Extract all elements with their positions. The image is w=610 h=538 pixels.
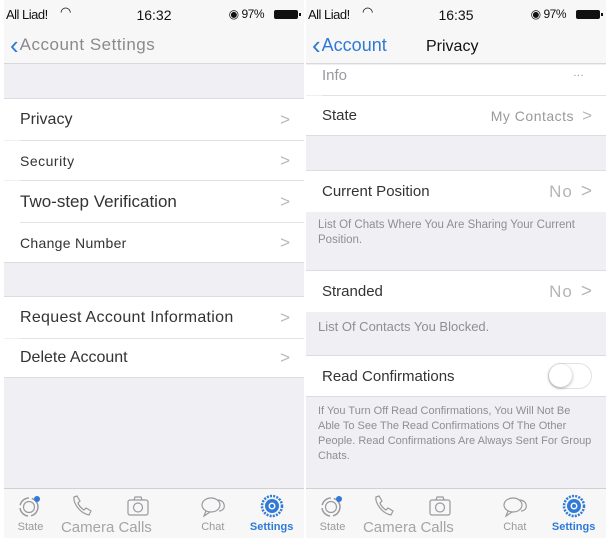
chat-icon [503,497,527,518]
back-button[interactable]: ‹ Account [312,32,387,58]
chevron-right-icon: > [580,180,592,202]
item-label: Privacy [20,110,73,128]
item-label: Two-step Verification [20,192,177,211]
settings-icon [562,494,585,518]
chat-icon [201,497,225,518]
chevron-right-icon: > [582,105,592,125]
tab-label: State [319,521,346,533]
chevron-left-icon: ‹ [312,30,321,60]
back-label: Account Settings [19,35,156,54]
item-label: Delete Account [20,349,128,366]
item-label: Security [20,152,75,169]
item-value: No [549,181,573,201]
item-label: Stranded [322,283,383,300]
settings-item-delete-account[interactable]: Delete Account > [4,339,304,378]
battery-percent: ◉ 97% [530,7,567,21]
chevron-right-icon: > [280,192,290,211]
item-label: Request Account Information [20,308,234,326]
tab-label: Settings [551,521,596,533]
back-button[interactable]: ‹ Account Settings [10,32,155,58]
tab-chat[interactable]: Chat [488,489,541,538]
battery-icon [274,10,301,19]
chevron-right-icon: > [580,280,592,302]
privacy-item-info[interactable]: Info ... [306,65,606,95]
privacy-item-state[interactable]: State My Contacts > [306,96,606,136]
tab-bar: State Camera Calls Chat Settings [306,488,606,538]
tab-label: Chat [503,521,527,533]
tab-label: Camera Calls [60,519,152,536]
back-label: Account [321,34,387,55]
tab-settings[interactable]: Settings [239,489,304,538]
read-confirmations-footer: If You Turn Off Read Confirmations, You … [318,405,592,462]
tab-label: Settings [249,521,294,533]
tab-settings[interactable]: Settings [541,489,606,538]
item-value: My Contacts [490,107,575,124]
item-value: ... [573,67,584,79]
privacy-item-stranded[interactable]: Stranded No > [306,270,606,312]
phone-icon [73,495,92,516]
tab-calls[interactable]: Camera Calls [359,489,488,538]
privacy-screen: All Liad! ◠ 16:35 ◉ 97% ‹ Account Privac… [306,0,606,538]
settings-item-security[interactable]: Security > [4,141,304,180]
status-icon [321,496,343,517]
privacy-item-read-confirmations: Read Confirmations [306,355,606,397]
tab-bar: State Camera Calls Chat Settings [4,488,304,538]
status-bar: All Liad! ◠ 16:35 ◉ 97% [306,0,606,28]
tab-chat[interactable]: Chat [186,489,239,538]
current-position-footer: List Of Chats Where You Are Sharing Your… [318,219,575,246]
status-bar: All Liad! ◠ 16:32 ◉ 97% [4,0,304,28]
item-label: Info [322,67,348,84]
chevron-right-icon: > [280,232,290,252]
settings-icon [260,494,283,518]
tab-label: State [17,521,44,533]
stranded-footer: List Of Contacts You Blocked. [318,319,490,334]
camera-icon [429,496,451,516]
tab-calls[interactable]: Camera Calls [57,489,186,538]
navigation-bar: ‹ Account Settings [4,28,304,64]
camera-icon [127,496,149,516]
tab-label: Chat [201,521,225,533]
chevron-left-icon: ‹ [10,30,19,60]
tab-label: Camera Calls [362,519,454,536]
settings-item-privacy[interactable]: Privacy > [4,98,304,140]
status-icon [19,496,41,517]
item-label: Read Confirmations [322,367,455,385]
settings-item-two-step-verification[interactable]: Two-step Verification > [4,181,304,223]
item-label: Current Position [322,183,430,200]
settings-item-request-account-info[interactable]: Request Account Information > [4,296,304,338]
read-confirmations-toggle[interactable] [548,363,592,389]
account-settings-screen: All Liad! ◠ 16:32 ◉ 97% ‹ Account Settin… [4,0,304,538]
item-label: State [322,107,358,124]
chevron-right-icon: > [280,109,290,129]
settings-item-change-number[interactable]: Change Number > [4,223,304,263]
item-value: No [549,281,573,301]
battery-percent: ◉ 97% [228,7,265,21]
tab-state[interactable]: State [4,489,57,538]
privacy-item-current-position[interactable]: Current Position No > [306,170,606,212]
tab-state[interactable]: State [306,489,359,538]
chevron-right-icon: > [280,150,290,170]
toggle-knob [549,364,572,387]
phone-icon [375,495,394,516]
navigation-bar: ‹ Account Privacy [306,28,606,64]
chevron-right-icon: > [280,307,290,327]
page-title: Privacy [426,38,479,55]
chevron-right-icon: > [280,348,290,367]
item-label: Change Number [20,234,127,251]
battery-icon [576,10,603,19]
